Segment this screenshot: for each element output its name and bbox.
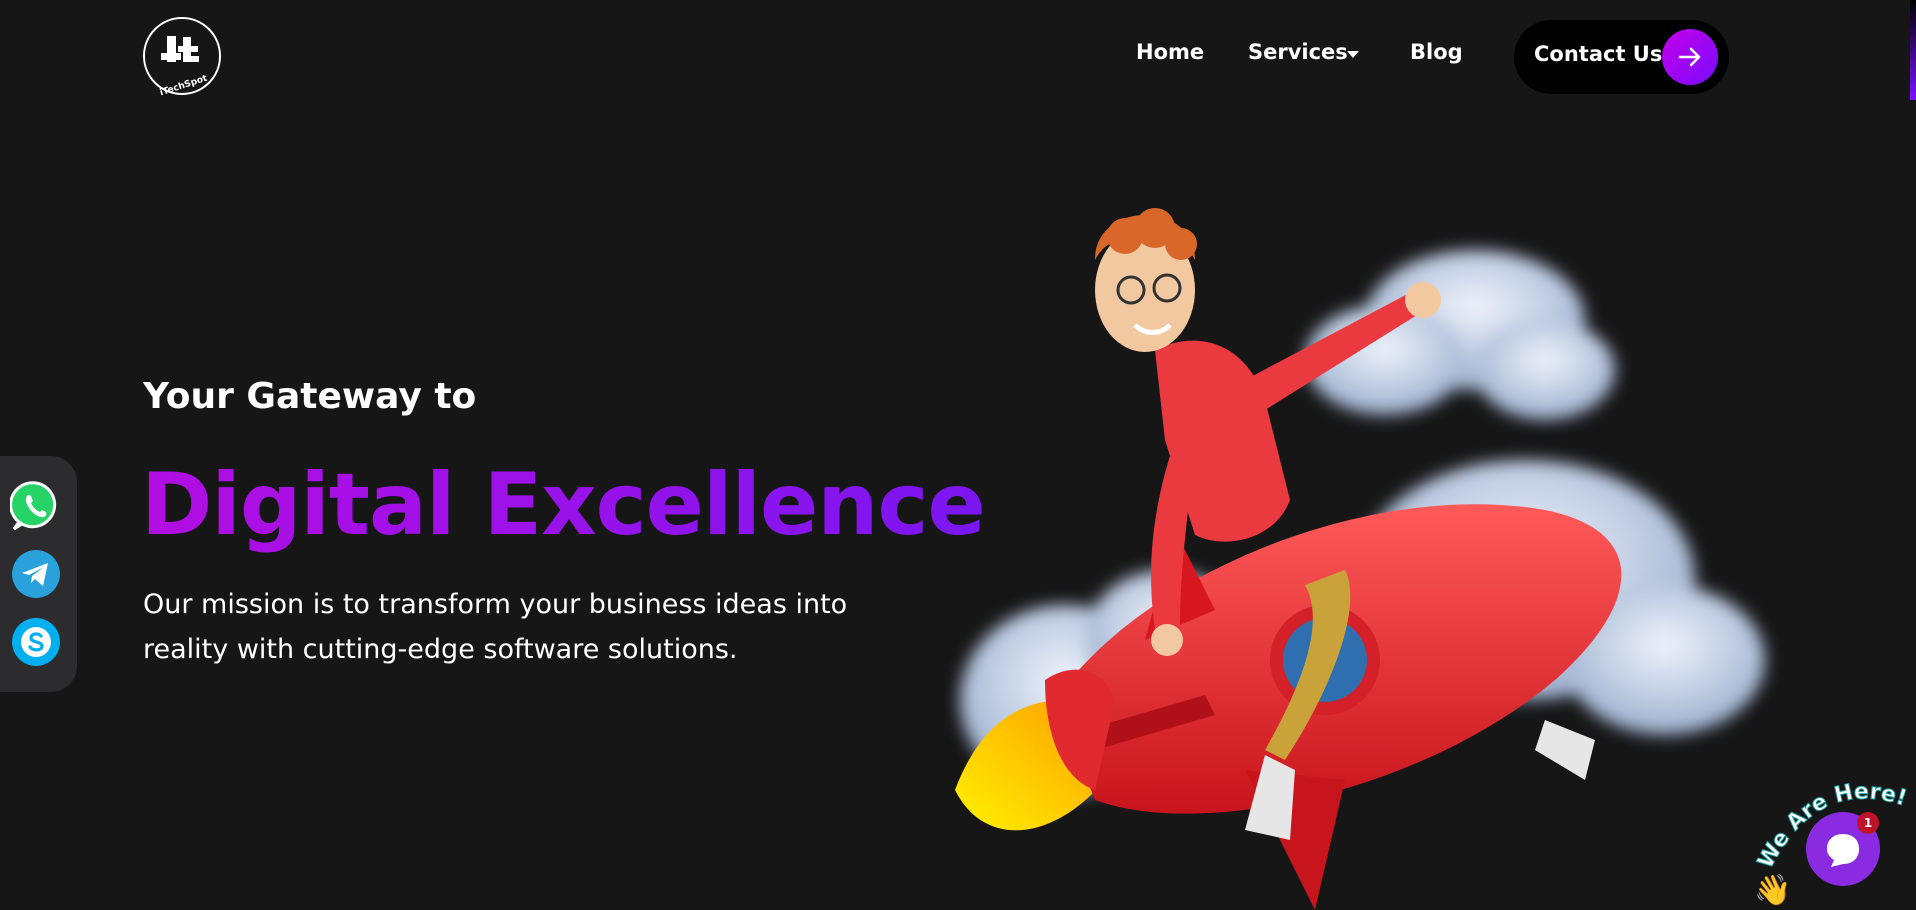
contact-us-label: Contact Us bbox=[1534, 42, 1663, 66]
unread-badge: 1 bbox=[1857, 812, 1879, 834]
contact-us-button[interactable]: Contact Us bbox=[1514, 20, 1729, 94]
nav-home[interactable]: Home bbox=[1136, 40, 1204, 64]
rocket-character-illustration bbox=[955, 208, 1765, 910]
skype-icon bbox=[12, 618, 60, 666]
telegram-link[interactable] bbox=[10, 548, 62, 600]
scroll-indicator bbox=[1910, 0, 1916, 100]
hero-subtitle: Your Gateway to bbox=[143, 376, 477, 417]
telegram-icon bbox=[12, 550, 60, 598]
rocket bbox=[1045, 504, 1622, 910]
chevron-down-icon[interactable] bbox=[1347, 51, 1359, 58]
whatsapp-icon bbox=[9, 481, 57, 531]
nav-services[interactable]: Services bbox=[1248, 40, 1348, 64]
skype-link[interactable] bbox=[10, 616, 62, 668]
chat-bubble-icon bbox=[1827, 834, 1859, 867]
social-links bbox=[0, 456, 77, 692]
hero-title: Digital Excellence bbox=[141, 455, 986, 555]
nav-blog[interactable]: Blog bbox=[1410, 40, 1463, 64]
waving-hand-icon: 👋 bbox=[1754, 873, 1791, 908]
arrow-right-icon bbox=[1662, 29, 1718, 85]
hero-description: Our mission is to transform your busines… bbox=[143, 589, 848, 665]
whatsapp-link[interactable] bbox=[9, 480, 62, 532]
site-logo[interactable]: iTechSpot bbox=[143, 17, 221, 98]
